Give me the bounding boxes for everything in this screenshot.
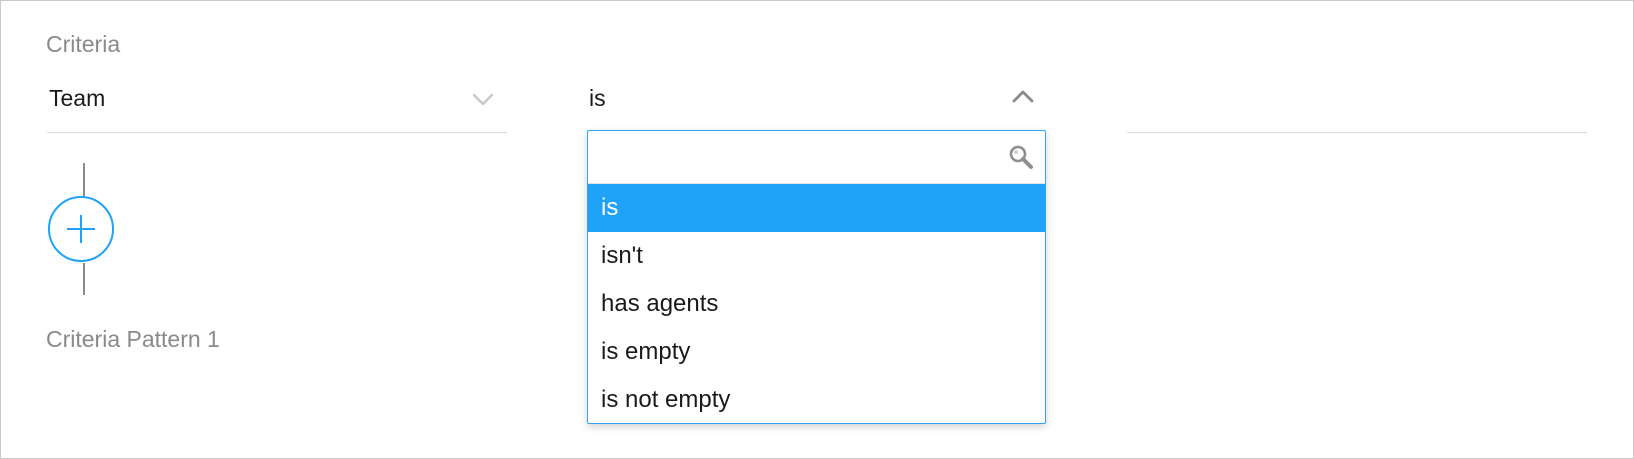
- dropdown-search-input[interactable]: [588, 131, 988, 181]
- operator-dropdown: is isn't has agents is empty is not empt…: [587, 130, 1046, 424]
- option-is-not-empty[interactable]: is not empty: [588, 376, 1045, 424]
- operator-options-list: is isn't has agents is empty is not empt…: [588, 184, 1045, 424]
- chevron-up-icon[interactable]: [1009, 83, 1037, 111]
- option-has-agents[interactable]: has agents: [588, 280, 1045, 328]
- field-select[interactable]: Team: [47, 73, 507, 133]
- value-field[interactable]: [1127, 73, 1587, 133]
- chevron-down-icon[interactable]: [469, 85, 497, 113]
- plus-circle-icon: [67, 215, 95, 243]
- option-is-empty[interactable]: is empty: [588, 328, 1045, 376]
- dropdown-search: [588, 131, 1045, 184]
- field-select-value: Team: [49, 85, 106, 111]
- operator-select-value: is: [589, 85, 606, 111]
- search-icon: [1007, 143, 1035, 171]
- connector-line-top: [83, 163, 85, 197]
- operator-select[interactable]: is: [587, 73, 1047, 133]
- option-is[interactable]: is: [588, 184, 1045, 232]
- add-criteria-button[interactable]: [48, 196, 114, 262]
- connector-line-bottom: [83, 263, 85, 295]
- criteria-pattern-label: Criteria Pattern 1: [46, 326, 220, 352]
- option-isnt[interactable]: isn't: [588, 232, 1045, 280]
- criteria-panel: Criteria Team is is isn't has agents is …: [0, 0, 1634, 459]
- criteria-title: Criteria: [46, 31, 121, 57]
